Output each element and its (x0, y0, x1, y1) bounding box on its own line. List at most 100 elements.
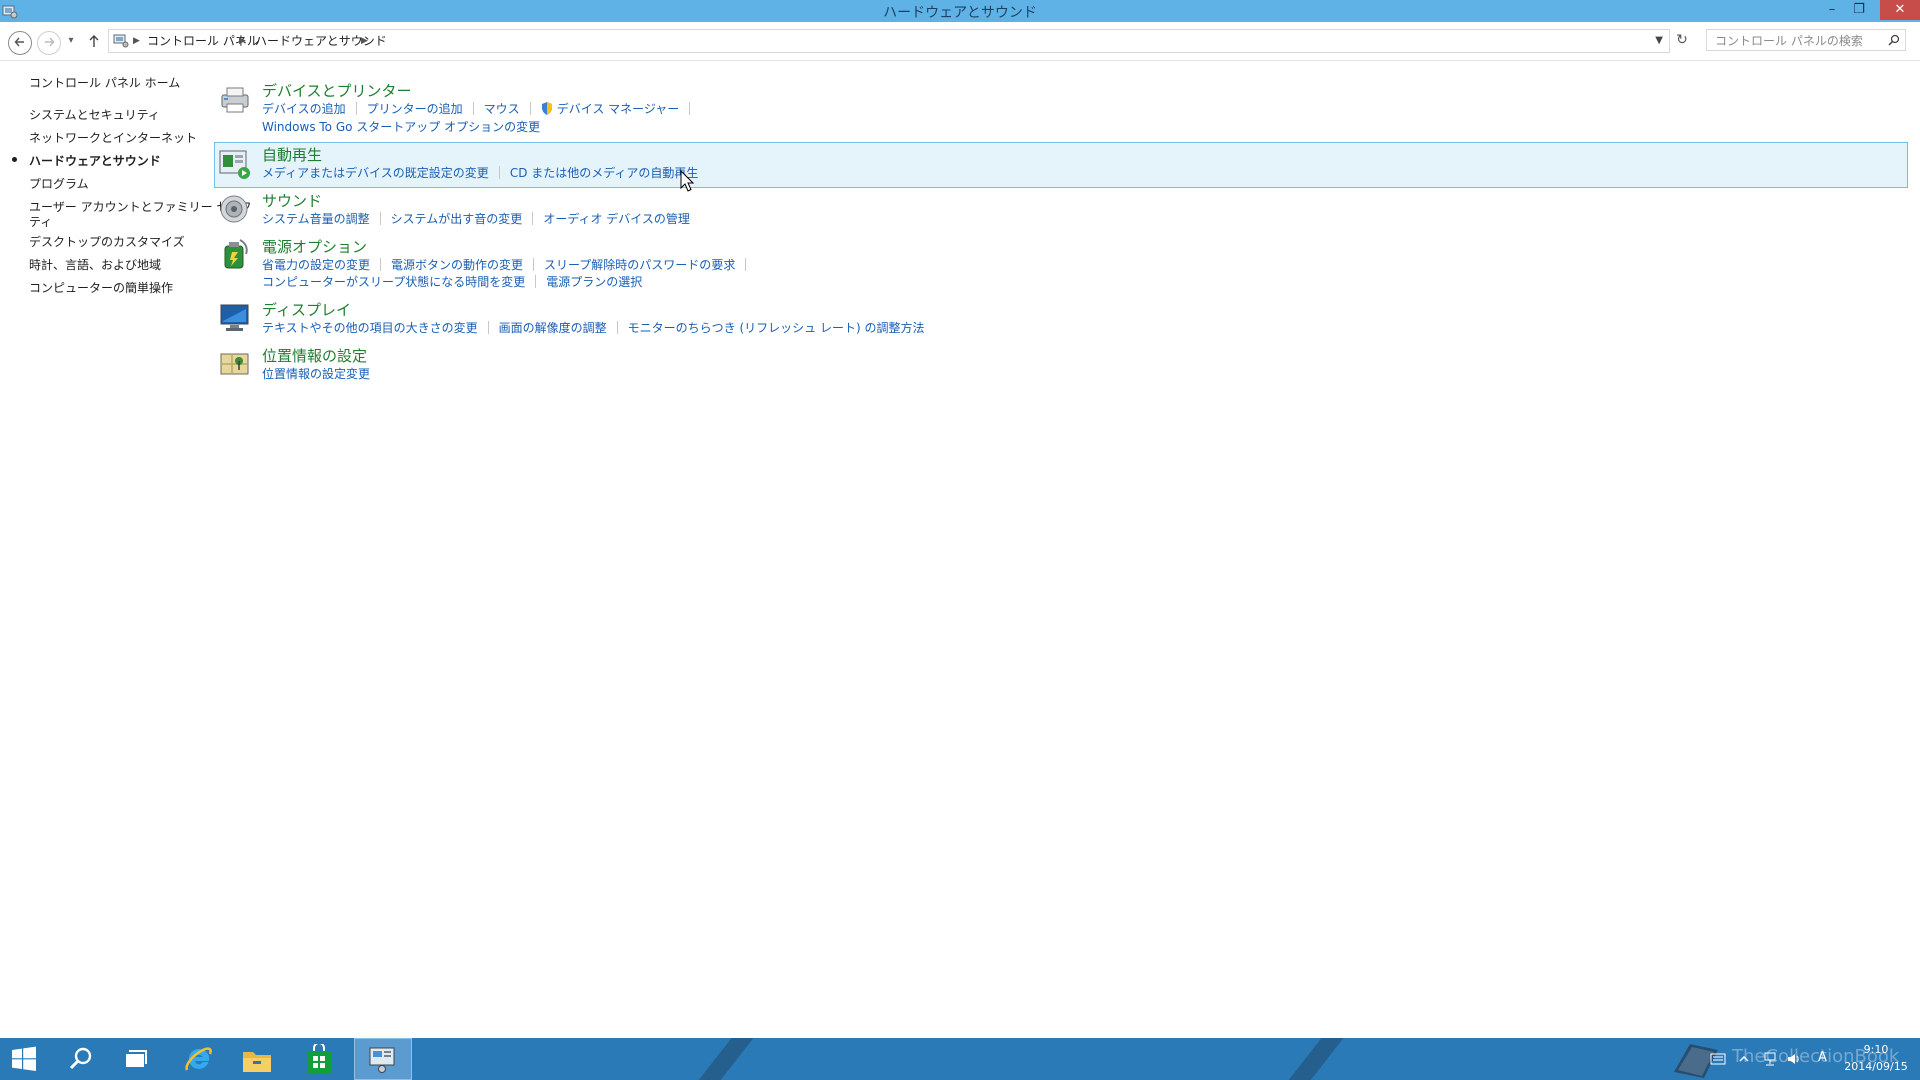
nav-ease-of-access[interactable]: コンピューターの簡単操作 (29, 279, 173, 296)
file-explorer-button[interactable] (230, 1038, 284, 1080)
link-media-default-settings[interactable]: メディアまたはデバイスの既定設定の変更 (262, 164, 489, 181)
nav-programs[interactable]: プログラム (29, 175, 89, 192)
arrow-left-icon (14, 37, 24, 47)
power-options-links-row1: 省電力の設定の変更 電源ボタンの動作の変更 スリープ解除時のパスワードの要求 (262, 256, 756, 273)
folder-icon (243, 1052, 271, 1072)
nav-system-security[interactable]: システムとセキュリティ (29, 106, 160, 123)
restore-button[interactable]: ❐ (1845, 0, 1873, 20)
chevron-right-icon[interactable]: ▶ (133, 30, 140, 52)
title-bar: ハードウェアとサウンド – ❐ ✕ (0, 0, 1920, 22)
link-screen-resolution[interactable]: 画面の解像度の調整 (499, 319, 607, 336)
task-view-icon (126, 1050, 147, 1067)
location-map-icon (220, 353, 249, 375)
category-display: ディスプレイ テキストやその他の項目の大きさの変更 画面の解像度の調整 モニターのち… (214, 297, 1908, 343)
chevron-right-icon[interactable]: ▶ (361, 30, 368, 52)
window-title: ハードウェアとサウンド (883, 5, 1037, 21)
current-item-bullet (12, 157, 17, 162)
refresh-icon: ↻ (1676, 32, 1688, 48)
speaker-icon (220, 195, 248, 223)
autoplay-icon (219, 150, 250, 179)
link-device-manager[interactable]: デバイス マネージャー (557, 100, 680, 117)
display-title[interactable]: ディスプレイ (262, 299, 351, 320)
location-settings-title[interactable]: 位置情報の設定 (262, 345, 367, 366)
autoplay-title[interactable]: 自動再生 (262, 144, 322, 165)
nav-user-accounts-cont[interactable]: ティ (29, 213, 52, 230)
link-add-device[interactable]: デバイスの追加 (262, 100, 346, 117)
link-refresh-rate[interactable]: モニターのちらつき (リフレッシュ レート) の調整方法 (628, 319, 925, 336)
devices-printers-title[interactable]: デバイスとプリンター (262, 80, 412, 101)
power-options-title[interactable]: 電源オプション (262, 236, 367, 257)
windows-logo-icon (12, 1046, 36, 1071)
volume-icon[interactable] (1786, 1051, 1802, 1067)
show-hidden-icons-icon[interactable] (1738, 1053, 1750, 1065)
network-icon[interactable] (1762, 1051, 1778, 1067)
link-power-button-action[interactable]: 電源ボタンの動作の変更 (391, 256, 523, 273)
devices-printers-links-row2: Windows To Go スタートアップ オプションの変更 (262, 118, 540, 135)
nav-desktop-customize[interactable]: デスクトップのカスタマイズ (29, 233, 185, 250)
recent-locations-button[interactable]: ▾ (64, 31, 78, 53)
store-button[interactable] (292, 1038, 346, 1080)
close-button[interactable]: ✕ (1880, 0, 1920, 20)
link-mouse[interactable]: マウス (484, 100, 520, 117)
address-toolbar: ▾ ▶ コントロール パネル ▶ ハードウェアとサウンド ▶ ▼ ↻ コントロー… (0, 22, 1920, 61)
clock[interactable]: 9:10 2014/09/15 (1836, 1041, 1916, 1075)
link-require-password-wakeup[interactable]: スリープ解除時のパスワードの要求 (544, 256, 735, 273)
link-add-printer[interactable]: プリンターの追加 (367, 100, 463, 117)
internet-explorer-button[interactable] (172, 1038, 226, 1080)
link-cd-autoplay[interactable]: CD または他のメディアの自動再生 (510, 164, 699, 181)
power-options-links-row2: コンピューターがスリープ状態になる時間を変更 電源プランの選択 (262, 273, 642, 290)
search-icon (69, 1047, 92, 1070)
keyboard-icon[interactable] (1710, 1053, 1726, 1065)
start-button[interactable] (0, 1038, 54, 1080)
back-button[interactable] (8, 31, 32, 55)
desktop-decoration (684, 1038, 762, 1080)
minimize-button[interactable]: – (1818, 0, 1846, 20)
printer-icon (221, 87, 249, 113)
link-manage-audio-devices[interactable]: オーディオ デバイスの管理 (543, 210, 690, 227)
internet-explorer-icon (185, 1047, 212, 1071)
devices-printers-links-row1: デバイスの追加 プリンターの追加 マウス デバイス マネージャー (262, 100, 700, 117)
sound-title[interactable]: サウンド (262, 190, 322, 211)
refresh-button[interactable]: ↻ (1672, 30, 1692, 50)
nav-control-panel-home[interactable]: コントロール パネル ホーム (29, 74, 180, 91)
sound-links-row1: システム音量の調整 システムが出す音の変更 オーディオ デバイスの管理 (262, 210, 690, 227)
chevron-right-icon[interactable]: ▶ (239, 30, 246, 52)
category-devices-printers: デバイスとプリンター デバイスの追加 プリンターの追加 マウス デバイス マネージャー… (214, 78, 1908, 136)
ime-indicator[interactable]: A (1818, 1050, 1827, 1066)
up-button[interactable] (86, 31, 102, 53)
search-button[interactable] (54, 1038, 108, 1080)
link-sleep-time[interactable]: コンピューターがスリープ状態になる時間を変更 (262, 273, 525, 290)
nav-clock-language-region[interactable]: 時計、言語、および地域 (29, 256, 161, 273)
link-adjust-volume[interactable]: システム音量の調整 (262, 210, 370, 227)
link-power-saving-settings[interactable]: 省電力の設定の変更 (262, 256, 370, 273)
category-autoplay[interactable]: 自動再生 メディアまたはデバイスの既定設定の変更 CD または他のメディアの自動再… (214, 142, 1908, 188)
link-change-system-sounds[interactable]: システムが出す音の変更 (391, 210, 523, 227)
search-input[interactable]: コントロール パネルの検索 (1706, 29, 1906, 51)
clock-date: 2014/09/15 (1844, 1060, 1908, 1073)
desktop-decoration (1274, 1038, 1352, 1080)
forward-button[interactable] (37, 31, 61, 55)
address-field[interactable]: ▶ コントロール パネル ▶ ハードウェアとサウンド ▶ ▼ (108, 29, 1670, 53)
link-change-location-settings[interactable]: 位置情報の設定変更 (262, 365, 370, 382)
uac-shield-icon (541, 102, 552, 115)
store-bag-icon (307, 1044, 331, 1073)
link-text-size[interactable]: テキストやその他の項目の大きさの変更 (262, 319, 478, 336)
autoplay-links-row1: メディアまたはデバイスの既定設定の変更 CD または他のメディアの自動再生 (262, 164, 698, 181)
arrow-up-icon (89, 35, 99, 47)
link-choose-power-plan[interactable]: 電源プランの選択 (546, 273, 642, 290)
control-panel-taskbar-button[interactable] (354, 1038, 412, 1080)
link-windows-to-go[interactable]: Windows To Go スタートアップ オプションの変更 (262, 118, 540, 135)
search-icon[interactable] (1888, 34, 1900, 46)
location-settings-links-row1: 位置情報の設定変更 (262, 365, 370, 382)
nav-network-internet[interactable]: ネットワークとインターネット (29, 129, 197, 146)
control-panel-icon (113, 34, 129, 48)
chevron-down-icon[interactable]: ▼ (1655, 30, 1663, 52)
monitor-icon (220, 304, 249, 331)
category-location-settings: 位置情報の設定 位置情報の設定変更 (214, 343, 1908, 389)
mouse-cursor-icon (680, 170, 694, 192)
task-view-button[interactable] (108, 1038, 162, 1080)
nav-hardware-sound[interactable]: ハードウェアとサウンド (29, 152, 161, 169)
power-options-icon (224, 239, 248, 269)
clock-time: 9:10 (1863, 1043, 1889, 1056)
taskbar: TheCollectionBook A 9:10 2014/09/15 (0, 1038, 1920, 1080)
